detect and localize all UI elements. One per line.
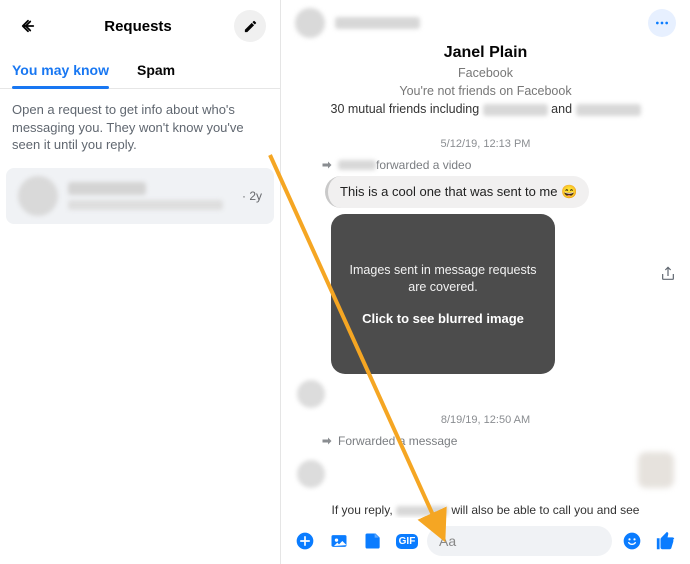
message-row: This is a cool one that was sent to me 😄 — [297, 176, 674, 208]
open-actions-button[interactable] — [291, 527, 319, 555]
forwarded-label: Forwarded a message — [321, 434, 674, 448]
avatar — [18, 176, 58, 216]
conversation-menu-button[interactable] — [648, 9, 676, 37]
tab-you-may-know[interactable]: You may know — [12, 56, 109, 88]
message-row — [297, 380, 674, 408]
tab-spam[interactable]: Spam — [137, 56, 175, 88]
header-avatar[interactable] — [295, 8, 325, 38]
request-preview-redacted — [68, 200, 223, 210]
blurred-image-cover[interactable]: Images sent in message requests are cove… — [331, 214, 555, 374]
request-time: · 2y — [242, 189, 262, 203]
share-icon[interactable] — [660, 266, 676, 287]
reply-warning: If you reply, will also be able to call … — [297, 502, 674, 518]
emoji-icon[interactable] — [618, 527, 646, 555]
mutual-name-redacted — [483, 104, 548, 116]
mutual-friends: 30 mutual friends including and — [297, 102, 674, 116]
request-name-redacted — [68, 182, 146, 195]
conversation-pane: Janel Plain Facebook You're not friends … — [281, 0, 690, 564]
image-thumbnail[interactable] — [638, 452, 674, 488]
like-icon[interactable] — [652, 527, 680, 555]
request-item[interactable]: · 2y — [6, 168, 274, 224]
warning-name-redacted — [396, 506, 448, 516]
timestamp: 5/12/19, 12:13 PM — [297, 138, 674, 150]
forwarded-label: forwarded a video — [321, 158, 674, 172]
profile-sub2: You're not friends on Facebook — [297, 84, 674, 98]
header-name-redacted — [335, 17, 420, 29]
compose-button[interactable] — [234, 10, 266, 42]
photo-icon[interactable] — [325, 527, 353, 555]
profile-sub1: Facebook — [297, 66, 674, 80]
sidebar: Requests You may know Spam Open a reques… — [0, 0, 281, 564]
composer: GIF Aa — [281, 518, 690, 564]
tabs: You may know Spam — [0, 50, 280, 89]
message-input[interactable]: Aa — [427, 526, 612, 556]
gif-icon[interactable]: GIF — [393, 527, 421, 555]
mutual-name-redacted — [576, 104, 641, 116]
profile-name: Janel Plain — [297, 44, 674, 62]
avatar — [297, 380, 325, 408]
cover-text: Images sent in message requests are cove… — [331, 262, 555, 296]
sidebar-title: Requests — [42, 18, 234, 35]
forwarder-name-redacted — [338, 160, 376, 170]
helper-text: Open a request to get info about who's m… — [0, 89, 280, 164]
back-button[interactable] — [14, 12, 42, 40]
cover-cta: Click to see blurred image — [362, 311, 524, 326]
message-bubble[interactable]: This is a cool one that was sent to me 😄 — [325, 176, 589, 208]
sticker-icon[interactable] — [359, 527, 387, 555]
timestamp: 8/19/19, 12:50 AM — [297, 414, 674, 426]
avatar — [297, 460, 325, 488]
